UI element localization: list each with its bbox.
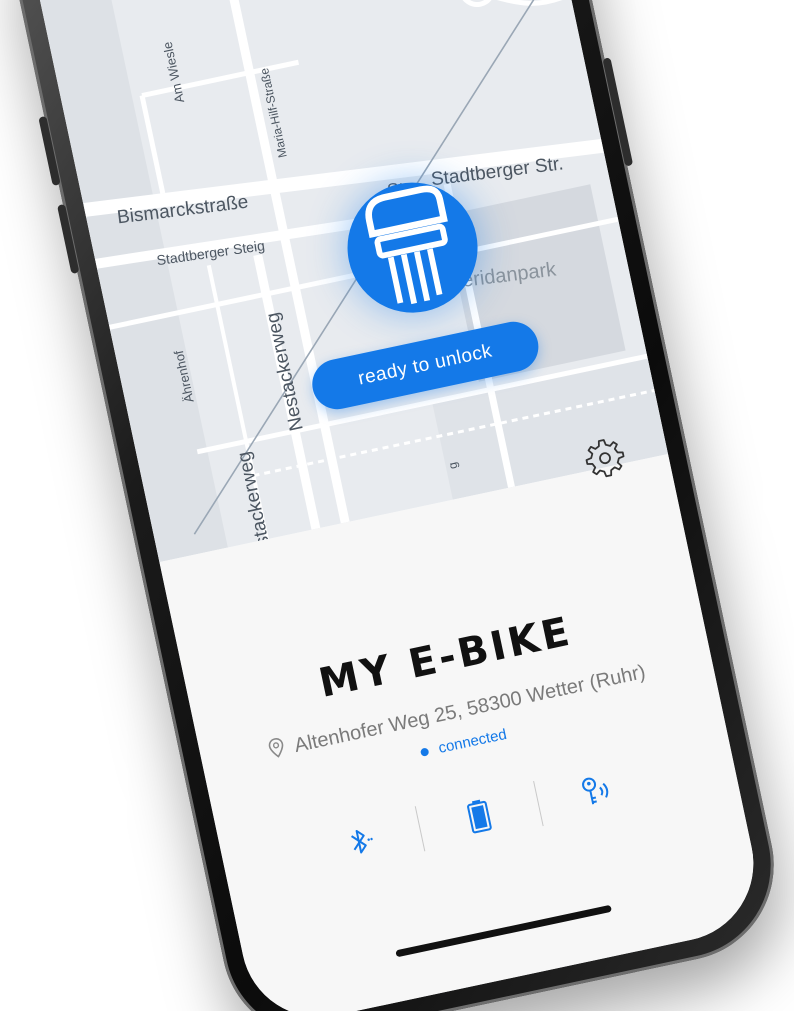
divider <box>414 806 426 852</box>
lock-key-icon <box>365 185 448 305</box>
battery-button[interactable] <box>455 792 502 839</box>
battery-icon <box>467 799 492 834</box>
divider <box>533 780 544 827</box>
status-dot <box>420 747 430 757</box>
lock-button[interactable] <box>335 170 490 325</box>
home-indicator[interactable] <box>395 904 612 958</box>
location-pin-icon <box>266 736 287 765</box>
wireless-key-button[interactable] <box>574 767 621 814</box>
bluetooth-icon <box>351 829 373 854</box>
key-wireless-icon <box>582 777 609 805</box>
status-text: connected <box>436 725 509 757</box>
phone-frame: Am Wiesle Maria-Hilf-Straße Bismarckstra… <box>0 0 792 1011</box>
settings-button[interactable] <box>580 433 630 483</box>
bluetooth-button[interactable] <box>337 818 384 865</box>
gear-icon <box>585 439 625 478</box>
